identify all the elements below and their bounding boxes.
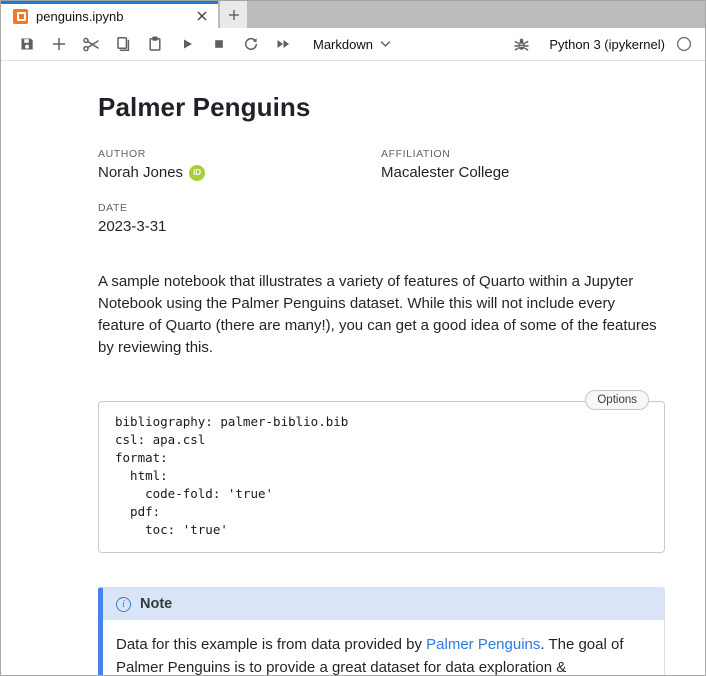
cut-cells-button[interactable]	[77, 31, 105, 57]
orcid-icon[interactable]: iD	[189, 165, 205, 181]
author-label: AUTHOR	[98, 148, 381, 160]
jupyterlab-window: penguins.ipynb	[0, 0, 706, 676]
front-matter: AUTHOR Norah Jones iD AFFILIATION Macale…	[98, 148, 665, 235]
add-cell-button[interactable]	[45, 31, 73, 57]
save-icon	[19, 36, 35, 52]
jupyter-notebook-icon	[13, 9, 28, 24]
close-icon[interactable]	[194, 8, 210, 24]
bug-icon	[514, 37, 529, 52]
restart-run-all-button[interactable]	[269, 31, 297, 57]
yaml-options-cell: Options bibliography: palmer-biblio.bib …	[98, 401, 665, 553]
note-text-before: Data for this example is from data provi…	[116, 636, 426, 653]
run-icon	[180, 37, 194, 51]
tab-bar: penguins.ipynb	[1, 0, 705, 28]
tab-penguins-ipynb[interactable]: penguins.ipynb	[1, 1, 218, 28]
new-tab-icon	[228, 9, 240, 21]
add-cell-icon	[52, 37, 66, 51]
yaml-code: bibliography: palmer-biblio.bib csl: apa…	[115, 413, 648, 539]
debugger-button[interactable]	[507, 31, 535, 57]
save-button[interactable]	[13, 31, 41, 57]
notebook-toolbar: Markdown Python 3 (ipykernel)	[1, 28, 705, 61]
kernel-area: Python 3 (ipykernel)	[507, 31, 693, 57]
paste-icon	[147, 36, 163, 52]
date-block: DATE 2023-3-31	[98, 202, 381, 235]
paste-cells-button[interactable]	[141, 31, 169, 57]
new-tab-button[interactable]	[220, 1, 247, 28]
kernel-name[interactable]: Python 3 (ipykernel)	[549, 37, 665, 52]
note-callout-body: Data for this example is from data provi…	[103, 620, 664, 675]
chevron-down-icon	[380, 40, 391, 48]
notebook-content: Palmer Penguins AUTHOR Norah Jones iD AF…	[1, 61, 705, 675]
cell-type-dropdown[interactable]: Markdown	[313, 37, 391, 52]
note-callout-header: i Note	[103, 588, 664, 620]
affiliation-label: AFFILIATION	[381, 148, 665, 160]
affiliation-name: Macalester College	[381, 164, 665, 181]
affiliation-block: AFFILIATION Macalester College	[381, 148, 665, 181]
palmer-penguins-link[interactable]: Palmer Penguins	[426, 636, 540, 653]
kernel-status-indicator[interactable]	[675, 35, 693, 53]
restart-kernel-button[interactable]	[237, 31, 265, 57]
copy-icon	[115, 36, 131, 52]
note-callout-title: Note	[140, 596, 172, 612]
cut-icon	[83, 37, 100, 52]
run-all-icon	[275, 37, 291, 51]
interrupt-kernel-button[interactable]	[205, 31, 233, 57]
stop-icon	[212, 37, 226, 51]
options-button[interactable]: Options	[585, 390, 649, 410]
tab-title: penguins.ipynb	[36, 9, 194, 24]
date-value: 2023-3-31	[98, 218, 381, 235]
date-label: DATE	[98, 202, 381, 214]
copy-cells-button[interactable]	[109, 31, 137, 57]
note-callout: i Note Data for this example is from dat…	[98, 587, 665, 675]
author-name: Norah Jones	[98, 164, 183, 181]
run-cell-button[interactable]	[173, 31, 201, 57]
page-title: Palmer Penguins	[98, 92, 665, 123]
yaml-code-block[interactable]: bibliography: palmer-biblio.bib csl: apa…	[98, 401, 665, 553]
author-block: AUTHOR Norah Jones iD	[98, 148, 381, 181]
info-icon: i	[116, 597, 131, 612]
kernel-idle-icon	[676, 36, 692, 52]
cell-type-value: Markdown	[313, 37, 373, 52]
intro-paragraph: A sample notebook that illustrates a var…	[98, 271, 665, 359]
restart-icon	[243, 36, 259, 52]
